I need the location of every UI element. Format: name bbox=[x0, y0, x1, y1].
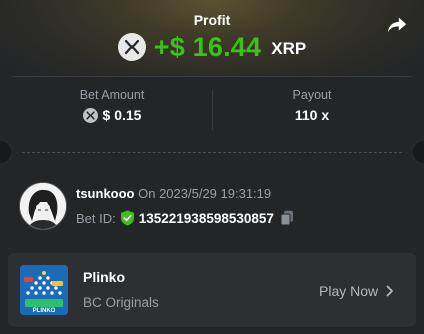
bet-amount-stat: Bet Amount $ 0.15 bbox=[12, 88, 212, 123]
username[interactable]: tsunkooo bbox=[76, 186, 135, 201]
plinko-thumbnail: PLINKO bbox=[20, 265, 68, 315]
payout-stat: Payout 110 x bbox=[212, 88, 412, 123]
xrp-icon bbox=[82, 107, 98, 123]
game-title: Plinko bbox=[83, 269, 126, 285]
bet-id-value: 135221938598530857 bbox=[138, 210, 274, 226]
payout-value: 110 x bbox=[294, 107, 330, 123]
bet-date: On 2023/5/29 19:31:19 bbox=[138, 186, 272, 201]
bet-amount-value: $ 0.15 bbox=[102, 107, 142, 123]
game-card[interactable]: PLINKO Plinko BC Originals Play Now bbox=[8, 253, 416, 327]
profit-amount: +$ 16.44 bbox=[153, 31, 262, 62]
profit-label: Profit bbox=[193, 12, 231, 28]
ticket-notch-right bbox=[413, 141, 424, 163]
avatar[interactable] bbox=[19, 182, 67, 230]
ticket-notch-left bbox=[0, 141, 11, 163]
chevron-right-icon bbox=[386, 285, 394, 297]
profit-row: +$ 16.44 XRP bbox=[0, 30, 424, 64]
bet-id-label: Bet ID: bbox=[76, 210, 116, 226]
bet-amount-value-row: $ 0.15 bbox=[12, 107, 212, 123]
play-now-button[interactable]: Play Now bbox=[319, 283, 394, 299]
game-subtitle: BC Originals bbox=[83, 295, 159, 310]
user-line: tsunkooo On 2023/5/29 19:31:19 bbox=[76, 186, 271, 201]
bet-amount-label: Bet Amount bbox=[79, 88, 145, 102]
copy-icon[interactable] bbox=[280, 210, 294, 226]
payout-label: Payout bbox=[292, 88, 332, 102]
play-now-label: Play Now bbox=[319, 283, 379, 299]
share-icon[interactable] bbox=[386, 14, 408, 36]
profit-currency: XRP bbox=[271, 39, 307, 58]
dashed-divider bbox=[22, 152, 402, 153]
bet-id-row: Bet ID: 135221938598530857 bbox=[76, 210, 294, 226]
xrp-icon bbox=[117, 33, 146, 61]
plinko-thumb-label: PLINKO bbox=[32, 308, 56, 314]
shield-check-icon bbox=[120, 210, 134, 226]
divider bbox=[12, 76, 412, 77]
